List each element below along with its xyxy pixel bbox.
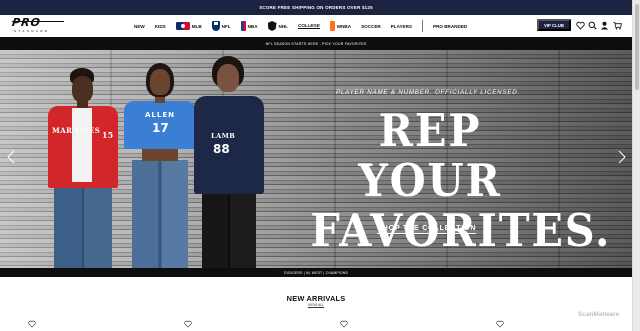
cart-icon[interactable] [613,21,622,30]
pro-standard-logo[interactable]: PRO STANDARD [11,16,64,35]
nav-divider [422,20,423,32]
view-all-link-wrap: VIEW ALL [0,303,632,308]
model-head [72,76,93,102]
nav-label: NEW [134,23,145,29]
site-header: PRO STANDARD NEW KIDS MLB NFL NBA NHL CO… [0,15,632,37]
hero-caption: DODGERS | NL WEST | CHAMPIONS [0,268,632,277]
nav-label: PLAYERS [390,23,412,29]
nav-label: NBA [247,23,258,29]
nav-item-mlb[interactable]: MLB [175,22,202,30]
heart-icon[interactable] [576,21,585,30]
vip-club-button[interactable]: VIP CLUB [537,19,571,31]
chevron-left-icon[interactable] [6,150,16,164]
jersey-number: 15 [102,130,114,140]
wishlist-heart-icon[interactable] [496,320,504,328]
nfl-logo-icon [211,21,220,31]
main-nav: NEW KIDS MLB NFL NBA NHL COLLEGE WNBA SO… [134,19,477,33]
account-icon[interactable] [600,21,609,30]
wishlist-heart-icon[interactable] [28,320,36,328]
mlb-logo-icon [175,22,190,30]
model-jeans [132,160,188,268]
nav-label: KIDS [154,23,166,29]
nav-item-new[interactable]: NEW [134,24,145,29]
nav-label: PRO BRANDED [433,23,468,29]
wishlist-heart-icon[interactable] [184,320,192,328]
hero-caption-text: DODGERS | NL WEST | CHAMPIONS [284,270,348,275]
model-navy-hoodie: LAMB 88 [192,56,266,268]
model-blue-jersey: ALLEN 17 [120,63,198,268]
hero-kicker: PLAYER NAME & NUMBER. OFFICIALLY LICENSE… [336,89,521,96]
announcement-bar[interactable]: NFL SEASON STARTS HERE . PICK YOUR FAVOR… [0,37,632,50]
scrollbar-thumb[interactable] [635,4,639,90]
jersey-number: 88 [213,142,230,156]
model-midriff [142,147,178,161]
nav-item-nhl[interactable]: NHL [267,21,288,31]
nav-item-college[interactable]: COLLEGE [298,23,320,29]
model-red-jersey: MAR UNES 15 [40,68,126,268]
model-undershirt [72,108,92,182]
logo-subtext: STANDARD [14,29,50,33]
model-head [150,69,170,95]
hero-banner[interactable]: MAR UNES 15 ALLEN 17 LAMB 88 PLAYER NAME… [0,50,632,268]
promo-banner[interactable]: SCORE FREE SHIPPING ON ORDERS OVER $125 [0,0,632,15]
logo-text: PRO [11,16,42,29]
nav-label: MLB [191,23,202,29]
page-scrollbar[interactable] [632,0,640,331]
wishlist-heart-icon[interactable] [340,320,348,328]
wnba-logo-icon [329,21,335,31]
jersey-number: 17 [152,121,169,135]
model-pants [202,192,256,268]
shop-the-collection-link[interactable]: SHOP THE COLLECTION [377,223,477,234]
jersey-name: ALLEN [145,111,175,119]
hero-headline-line1: REP YOUR [358,104,502,207]
nav-label: COLLEGE [298,23,320,29]
nav-label: NFL [221,23,231,29]
view-all-link[interactable]: VIEW ALL [308,303,324,308]
search-icon[interactable] [588,21,597,30]
nav-item-nba[interactable]: NBA [240,21,258,31]
nav-label: NHL [278,23,288,29]
scanmalware-watermark: ScanMalware [578,311,620,318]
nba-logo-icon [240,21,246,31]
promo-text: SCORE FREE SHIPPING ON ORDERS OVER $125 [259,5,373,10]
jersey-name: LAMB [211,132,236,140]
new-arrivals-title: NEW ARRIVALS [286,294,346,303]
chevron-right-icon[interactable] [617,150,627,164]
nhl-logo-icon [267,21,277,31]
nav-item-pro-branded[interactable]: PRO BRANDED [433,24,467,29]
model-jeans [54,184,112,268]
announcement-text: NFL SEASON STARTS HERE . PICK YOUR FAVOR… [265,41,367,46]
jersey-name: MAR UNES [52,126,101,135]
model-head [217,64,239,92]
nav-label: WNBA [336,23,352,29]
nav-item-wnba[interactable]: WNBA [329,21,352,31]
nav-item-soccer[interactable]: SOCCER [361,24,381,29]
nav-item-players[interactable]: PLAYERS [391,24,412,29]
nav-item-kids[interactable]: KIDS [155,24,166,29]
nav-label: SOCCER [361,23,381,29]
nav-item-nfl[interactable]: NFL [211,21,231,31]
